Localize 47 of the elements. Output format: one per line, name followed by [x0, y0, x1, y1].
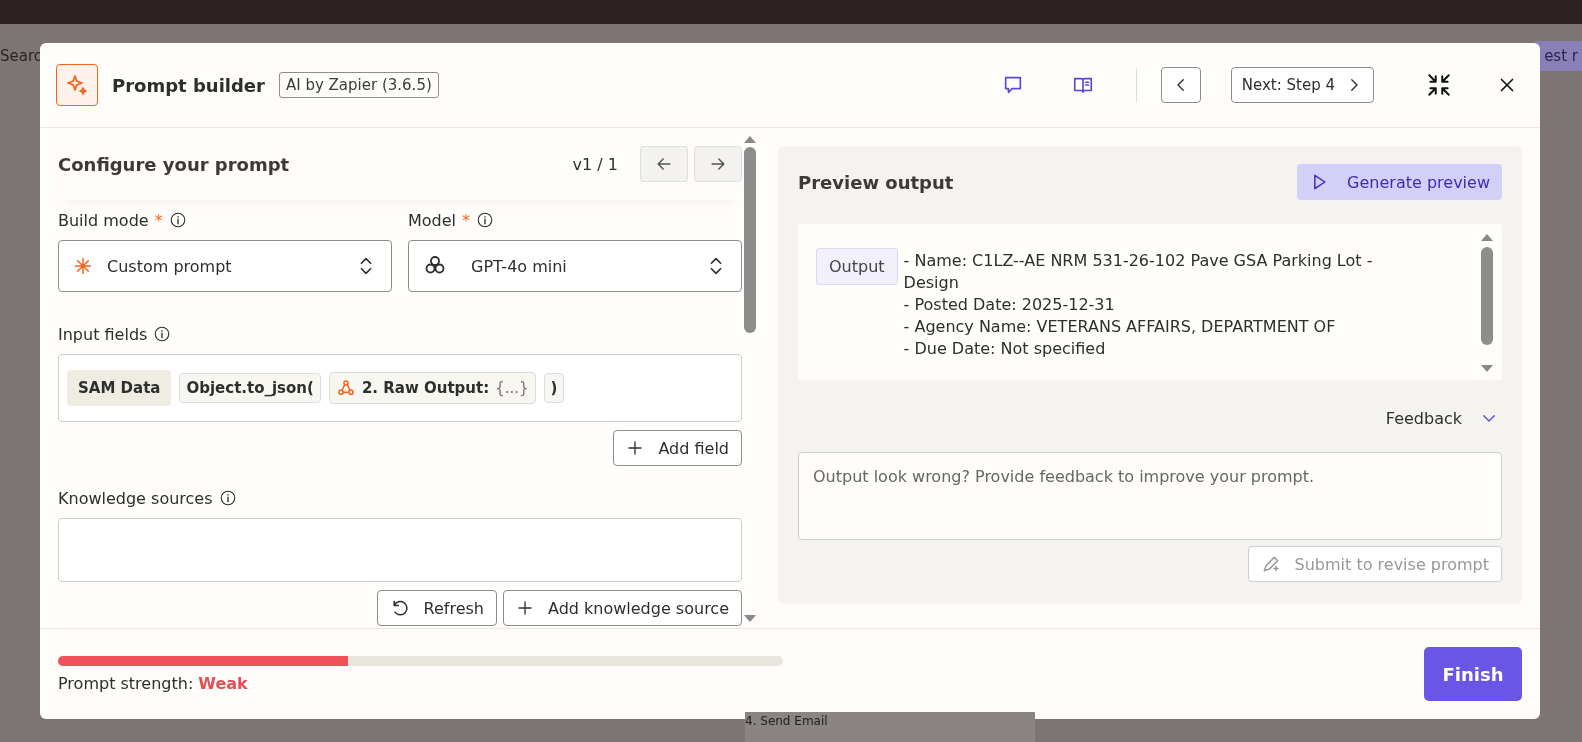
field-label: Build mode — [58, 210, 149, 230]
info-icon — [476, 211, 495, 229]
section-heading: Configure your prompt — [58, 153, 290, 175]
scrollbar[interactable] — [1480, 234, 1494, 372]
collapse-icon — [1426, 72, 1452, 98]
knowledge-sources-field[interactable] — [58, 518, 742, 582]
version-tag: AI by Zapier (3.6.5) — [278, 72, 439, 98]
step-token[interactable]: 2. Raw Output: {...} — [328, 372, 536, 404]
output-text: - Name: C1LZ--AE NRM 531-26-102 Pave GSA Parking Lot - Design - Posted Date: 2025-12-31 - Agency Name: VETERANS AFFAIRS, DEPARTMENT OF - Due Date: Not specified — [903, 250, 1374, 360]
required-mark: * — [154, 210, 163, 230]
field-label: Model — [408, 210, 457, 230]
sparkle-logo-icon — [56, 64, 98, 106]
next-step-button[interactable]: Next: Step 4 — [1230, 67, 1374, 103]
output-tag: Output — [816, 248, 898, 285]
field-label: Knowledge sources — [58, 488, 213, 508]
dialog-title: Prompt builder — [112, 74, 265, 96]
add-knowledge-button[interactable]: Add knowledge source — [503, 590, 742, 626]
feedback-label: Feedback — [1385, 408, 1462, 428]
plus-icon — [516, 599, 534, 617]
next-version-button[interactable] — [694, 146, 742, 182]
build-mode-select[interactable]: Custom prompt — [58, 240, 392, 292]
model-select[interactable]: GPT-4o mini — [408, 240, 742, 292]
generate-preview-button[interactable]: Generate preview — [1297, 164, 1502, 200]
code-token[interactable]: Object.to_json( — [179, 373, 321, 403]
info-icon — [218, 489, 237, 507]
info-icon — [168, 211, 187, 229]
section-heading: Preview output — [798, 171, 954, 193]
code-token[interactable]: ) — [543, 373, 565, 403]
field-label: Input fields — [58, 324, 148, 344]
feedback-field[interactable]: Output look wrong? Provide feedback to improve your prompt. — [798, 452, 1502, 540]
asterisk-icon — [73, 256, 93, 276]
previous-step-button[interactable] — [1160, 67, 1201, 103]
add-field-button[interactable]: Add field — [613, 430, 742, 466]
webhook-icon — [335, 378, 356, 398]
input-fields-box[interactable]: SAM Data Object.to_json( 2. Raw Output: {...} ) — [58, 354, 742, 422]
required-mark: * — [462, 210, 471, 230]
previous-version-button[interactable] — [640, 146, 688, 182]
scrollbar[interactable] — [742, 136, 758, 622]
field-token[interactable]: SAM Data — [67, 370, 172, 406]
prompt-strength-text: Prompt strength: Weak — [58, 673, 249, 693]
step-label: 4. Send Email — [745, 712, 1035, 742]
info-icon — [153, 325, 172, 343]
version-counter: v1 / 1 — [572, 154, 618, 174]
plus-icon — [626, 439, 645, 457]
refresh-button[interactable]: Refresh — [376, 590, 497, 626]
search-text: Searc — [0, 47, 43, 65]
finish-button[interactable]: Finish — [1424, 647, 1522, 701]
